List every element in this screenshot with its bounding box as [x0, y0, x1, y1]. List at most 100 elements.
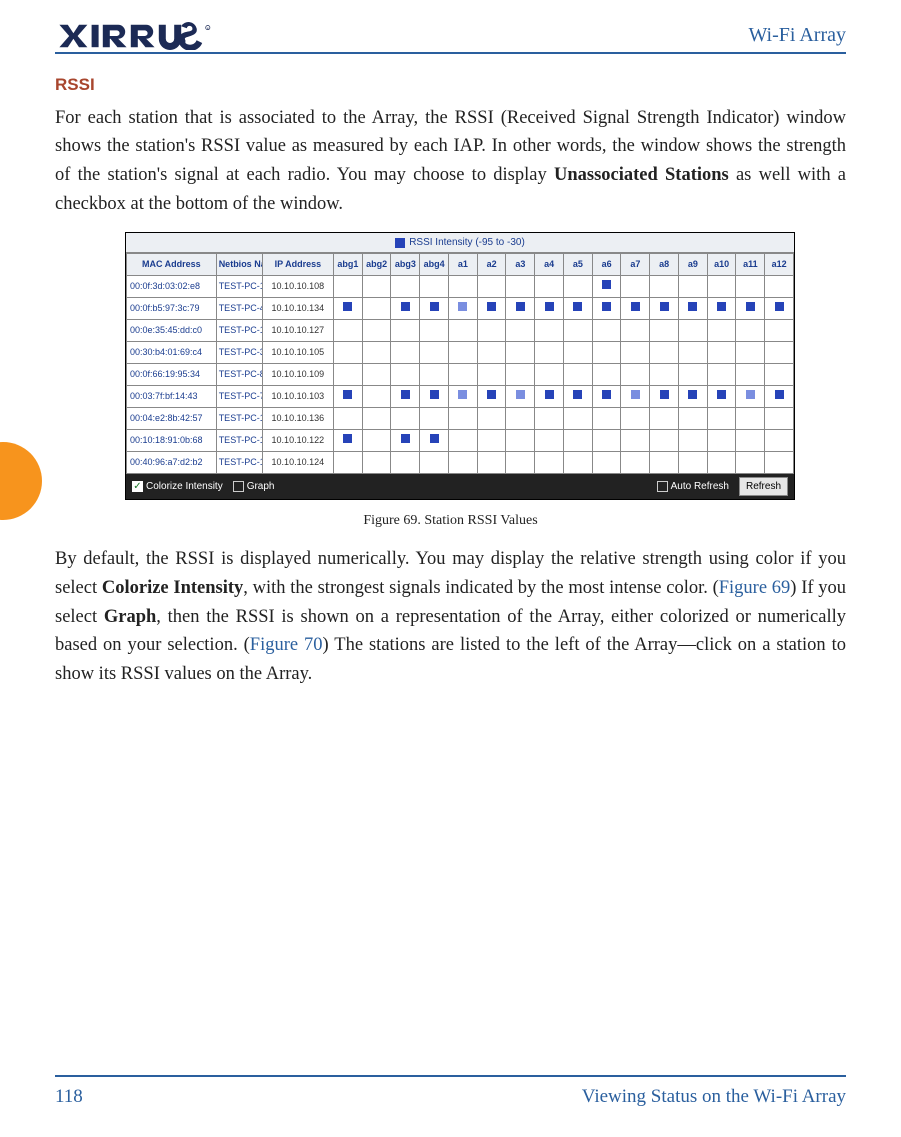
- legend-swatch-icon: [395, 238, 405, 248]
- col-a3: a3: [506, 254, 535, 276]
- cell-iap: [650, 276, 679, 298]
- cell-iap: [362, 298, 391, 320]
- cell-ip: 10.10.10.103: [262, 386, 333, 408]
- cell-iap: [333, 430, 362, 452]
- cell-ip: 10.10.10.127: [262, 320, 333, 342]
- cell-netbios: TEST-PC-16: [216, 408, 262, 430]
- cell-iap: [362, 320, 391, 342]
- cell-iap: [707, 276, 736, 298]
- cell-iap: [448, 452, 477, 474]
- cell-iap: [765, 320, 794, 342]
- cell-ip: 10.10.10.109: [262, 364, 333, 386]
- cell-netbios: TEST-PC-10: [216, 320, 262, 342]
- cell-iap: [448, 320, 477, 342]
- rssi-square-icon: [487, 390, 496, 399]
- rssi-square-icon: [343, 302, 352, 311]
- cell-mac: 00:10:18:91:0b:68: [127, 430, 217, 452]
- cell-iap: [506, 320, 535, 342]
- paragraph-2: By default, the RSSI is displayed numeri…: [55, 545, 846, 688]
- rssi-square-icon: [458, 390, 467, 399]
- cell-iap: [563, 452, 592, 474]
- cell-iap: [477, 276, 506, 298]
- cell-iap: [420, 298, 449, 320]
- rssi-square-icon: [516, 390, 525, 399]
- cell-iap: [506, 342, 535, 364]
- table-row: 00:10:18:91:0b:68TEST-PC-1110.10.10.122: [127, 430, 794, 452]
- side-tab-icon: [0, 442, 48, 520]
- cell-iap: [736, 430, 765, 452]
- cell-iap: [621, 342, 650, 364]
- cell-iap: [707, 430, 736, 452]
- p1-bold1: Unassociated Stations: [554, 165, 729, 185]
- cell-iap: [736, 320, 765, 342]
- col-a2: a2: [477, 254, 506, 276]
- autorefresh-label: Auto Refresh: [671, 481, 729, 492]
- cell-iap: [362, 342, 391, 364]
- p2-b: , with the strongest signals indicated b…: [243, 578, 718, 598]
- cell-iap: [477, 430, 506, 452]
- cell-iap: [592, 342, 621, 364]
- cell-iap: [420, 452, 449, 474]
- col-a1: a1: [448, 254, 477, 276]
- table-row: 00:30:b4:01:69:c4TEST-PC-310.10.10.105: [127, 342, 794, 364]
- cell-iap: [650, 386, 679, 408]
- graph-checkbox[interactable]: ✓Graph: [233, 479, 275, 494]
- col-a10: a10: [707, 254, 736, 276]
- colorize-label: Colorize Intensity: [146, 481, 223, 492]
- legend-text: RSSI Intensity (-95 to -30): [409, 237, 525, 248]
- cell-iap: [592, 364, 621, 386]
- cell-iap: [678, 342, 707, 364]
- cell-iap: [477, 408, 506, 430]
- rssi-square-icon: [688, 390, 697, 399]
- cell-iap: [678, 452, 707, 474]
- cell-mac: 00:0f:b5:97:3c:79: [127, 298, 217, 320]
- cell-iap: [362, 452, 391, 474]
- col-mac-address: MAC Address: [127, 254, 217, 276]
- cell-iap: [362, 430, 391, 452]
- cell-iap: [678, 430, 707, 452]
- figure-69-link[interactable]: Figure 69: [719, 578, 791, 598]
- cell-iap: [420, 320, 449, 342]
- cell-iap: [765, 386, 794, 408]
- cell-iap: [362, 364, 391, 386]
- cell-iap: [420, 276, 449, 298]
- cell-iap: [448, 342, 477, 364]
- col-a5: a5: [563, 254, 592, 276]
- cell-iap: [535, 386, 564, 408]
- col-a11: a11: [736, 254, 765, 276]
- cell-iap: [391, 276, 420, 298]
- cell-iap: [650, 452, 679, 474]
- cell-iap: [563, 298, 592, 320]
- cell-iap: [506, 452, 535, 474]
- cell-iap: [765, 430, 794, 452]
- legend-bar: RSSI Intensity (-95 to -30): [126, 233, 794, 253]
- rssi-square-icon: [545, 390, 554, 399]
- colorize-checkbox[interactable]: ✓Colorize Intensity: [132, 479, 223, 494]
- cell-iap: [535, 342, 564, 364]
- col-a12: a12: [765, 254, 794, 276]
- autorefresh-checkbox[interactable]: ✓Auto Refresh: [657, 479, 729, 494]
- cell-netbios: TEST-PC-11: [216, 430, 262, 452]
- cell-iap: [420, 364, 449, 386]
- paragraph-1: For each station that is associated to t…: [55, 104, 846, 219]
- cell-iap: [592, 408, 621, 430]
- cell-iap: [650, 320, 679, 342]
- rssi-square-icon: [688, 302, 697, 311]
- cell-iap: [448, 408, 477, 430]
- cell-iap: [333, 276, 362, 298]
- rssi-square-icon: [717, 302, 726, 311]
- col-abg4: abg4: [420, 254, 449, 276]
- figure-70-link[interactable]: Figure 70: [250, 635, 323, 655]
- col-a6: a6: [592, 254, 621, 276]
- cell-iap: [621, 430, 650, 452]
- rssi-square-icon: [775, 302, 784, 311]
- rssi-square-icon: [401, 390, 410, 399]
- rssi-square-icon: [343, 390, 352, 399]
- cell-ip: 10.10.10.122: [262, 430, 333, 452]
- cell-ip: 10.10.10.105: [262, 342, 333, 364]
- rssi-square-icon: [430, 390, 439, 399]
- cell-iap: [592, 386, 621, 408]
- refresh-button[interactable]: Refresh: [739, 477, 788, 496]
- cell-iap: [420, 342, 449, 364]
- cell-iap: [391, 408, 420, 430]
